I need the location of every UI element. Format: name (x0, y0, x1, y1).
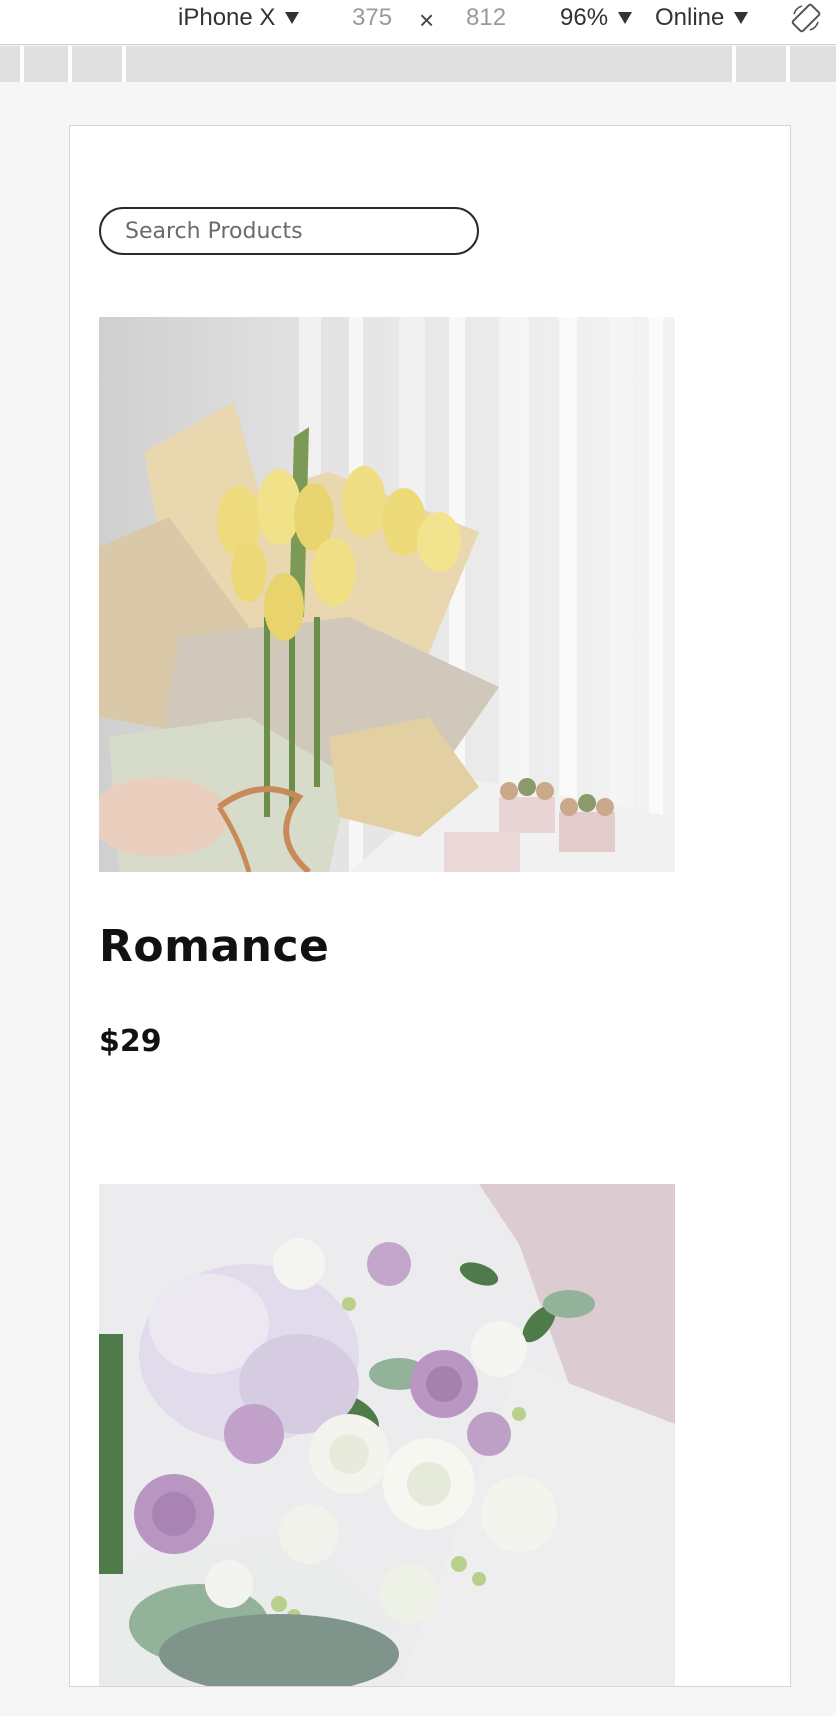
product-image[interactable] (99, 1184, 675, 1686)
product-price: $29 (99, 1024, 162, 1059)
rose-hydrangea-bouquet-photo (99, 1184, 675, 1686)
tulip-bouquet-photo (99, 317, 675, 872)
chevron-down-icon (618, 12, 633, 24)
chevron-down-icon (285, 12, 300, 24)
rotate-device-icon[interactable] (790, 2, 822, 34)
device-toolbar: iPhone X 375 × 812 96% Online (0, 0, 836, 45)
zoom-select[interactable]: 96% (560, 0, 633, 36)
chevron-down-icon (734, 12, 749, 24)
height-input[interactable]: 812 (466, 0, 506, 36)
network-select-label: Online (655, 4, 725, 31)
product-image[interactable] (99, 317, 675, 872)
media-query-bar (0, 46, 836, 82)
device-viewport: Search Products Romance $29 (69, 125, 791, 1687)
network-select[interactable]: Online (655, 0, 749, 36)
product-title[interactable]: Romance (99, 921, 329, 972)
device-select[interactable]: iPhone X (178, 0, 300, 36)
media-query-segment[interactable] (72, 46, 126, 82)
media-query-segment[interactable] (736, 46, 790, 82)
media-query-segment[interactable] (126, 46, 736, 82)
media-query-segment[interactable] (24, 46, 72, 82)
search-input[interactable]: Search Products (99, 207, 479, 255)
times-icon: × (419, 4, 435, 35)
width-input[interactable]: 375 (352, 0, 392, 36)
search-placeholder: Search Products (125, 218, 303, 244)
zoom-select-label: 96% (560, 4, 609, 31)
media-query-segment[interactable] (790, 46, 836, 82)
device-select-label: iPhone X (178, 4, 276, 31)
media-query-segment[interactable] (0, 46, 24, 82)
